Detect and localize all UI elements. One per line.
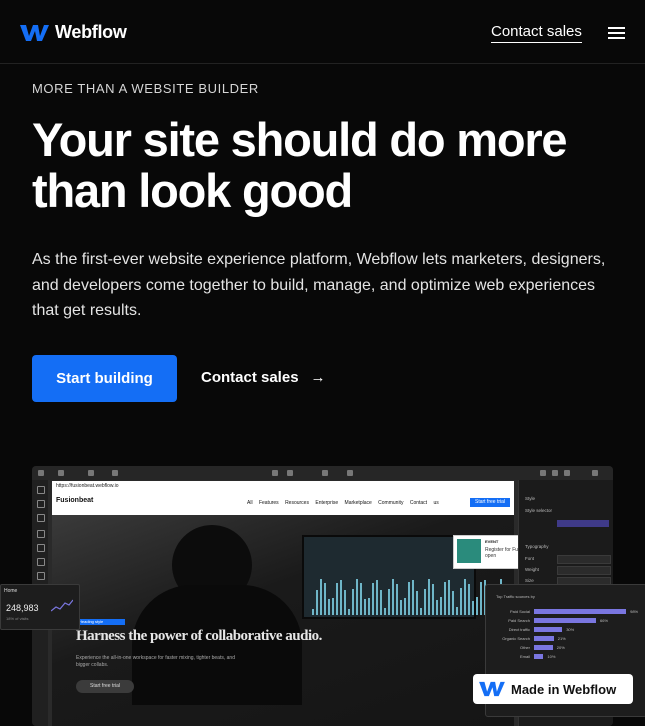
traffic-bar <box>534 645 553 650</box>
logo-text: Webflow <box>55 22 127 42</box>
site-hero: Heading style Harness the power of colla… <box>52 515 514 726</box>
traffic-bar <box>534 618 597 623</box>
webflow-logo[interactable]: Webflow <box>20 22 127 43</box>
site-cta-button: Start free trial <box>470 498 510 507</box>
site-hero-title: Harness the power of collaborative audio… <box>76 628 322 644</box>
contact-sales-link[interactable]: Contact sales → <box>201 369 326 386</box>
font-label: Font <box>525 556 535 561</box>
traffic-row: Paid Search 66% <box>486 618 645 624</box>
selection-tag: Heading style <box>77 619 125 625</box>
traffic-row: Direct traffic 30% <box>486 627 645 633</box>
made-in-webflow-badge[interactable]: Made in Webflow <box>473 674 633 704</box>
start-building-button[interactable]: Start building <box>32 355 177 402</box>
made-in-webflow-text: Made in Webflow <box>511 681 617 697</box>
traffic-card-title: Top Traffic sources by <box>496 594 535 599</box>
stats-card-title: Home <box>4 588 18 594</box>
traffic-row-label: Organic Search <box>502 636 530 641</box>
arrow-right-icon: → <box>310 369 326 386</box>
traffic-bar <box>534 627 563 632</box>
traffic-row-value: 98% <box>630 609 639 614</box>
site-hero-button: Start free trial <box>76 680 134 693</box>
top-nav: Webflow Contact sales <box>0 0 645 64</box>
traffic-row-value: 30% <box>566 627 575 632</box>
traffic-row-value: 66% <box>600 618 609 623</box>
site-address: https://fusionbeat.webflow.io <box>56 483 119 489</box>
webflow-badge-icon <box>479 681 505 697</box>
traffic-row-label: Paid Search <box>508 618 530 623</box>
traffic-bar <box>534 654 544 659</box>
eyebrow-text: MORE THAN A WEBSITE BUILDER <box>32 81 259 96</box>
traffic-row: Paid Social 98% <box>486 609 645 615</box>
hamburger-menu-icon[interactable] <box>608 27 625 39</box>
promo-label: EVENT <box>485 539 499 544</box>
traffic-row: Email 10% <box>486 654 645 660</box>
style-tab: Style <box>525 496 536 501</box>
audio-waveform <box>312 575 514 615</box>
designer-toolbar <box>32 466 613 481</box>
traffic-row-label: Other <box>519 645 530 650</box>
traffic-row: Organic Search 21% <box>486 636 645 642</box>
traffic-bar <box>534 609 627 614</box>
typography-label: Typography <box>525 544 549 549</box>
site-hero-sub: Experience the all-in-one workspace for … <box>76 655 235 668</box>
promo-image <box>457 539 481 563</box>
stats-card-sub: 18% of visits <box>6 616 29 621</box>
traffic-row-value: 10% <box>547 654 556 659</box>
class-selector <box>557 520 609 527</box>
traffic-row-label: Direct traffic <box>508 627 530 632</box>
person-body-image <box>132 585 302 705</box>
site-brand: Fusionbeat <box>56 497 94 504</box>
webflow-logo-icon <box>20 24 49 41</box>
trend-line-icon <box>51 599 73 612</box>
font-field <box>557 555 611 564</box>
stats-card: Home 248,983 18% of visits <box>0 584 80 630</box>
weight-label: Weight <box>525 567 539 572</box>
contact-sales-label: Contact sales <box>201 369 299 386</box>
stats-card-value: 248,983 <box>6 603 39 613</box>
designer-canvas: https://fusionbeat.webflow.io Fusionbeat… <box>48 480 560 726</box>
style-selector-label: Style selector <box>525 508 553 513</box>
site-links: All Features Resources Enterprise Market… <box>247 500 439 506</box>
traffic-row-label: Email <box>519 654 530 659</box>
page-headline: Your site should do more than look good <box>32 113 568 217</box>
site-navbar: https://fusionbeat.webflow.io Fusionbeat… <box>52 481 514 515</box>
lead-paragraph: As the first-ever website experience pla… <box>32 251 606 319</box>
traffic-bar <box>534 636 554 641</box>
traffic-row-label: Paid Social <box>509 609 530 614</box>
weight-field <box>557 566 611 575</box>
traffic-row-value: 20% <box>556 645 565 650</box>
traffic-row: Other 20% <box>486 645 645 651</box>
size-label: Size <box>525 578 534 583</box>
traffic-row-value: 21% <box>557 636 566 641</box>
nav-contact-sales-link[interactable]: Contact sales <box>491 23 582 43</box>
